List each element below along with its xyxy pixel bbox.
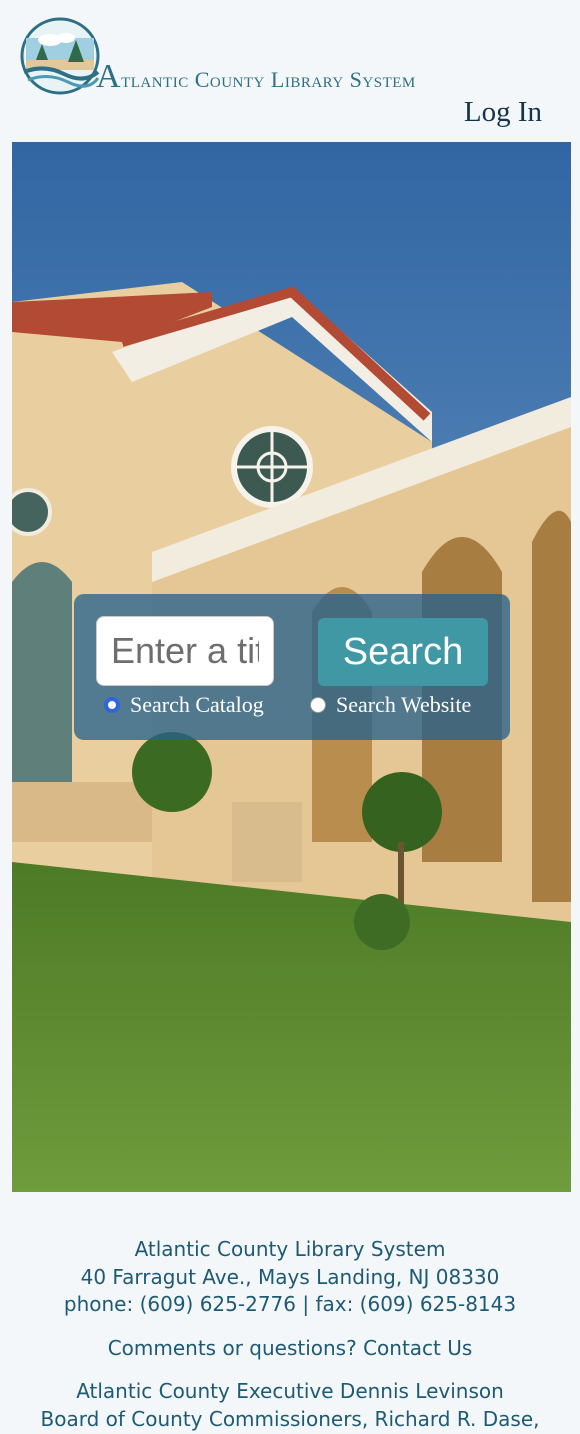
library-name-logo-text: Atlantic County Library System (96, 58, 416, 96)
search-website-label: Search Website (336, 692, 472, 717)
logo-rest: tlantic County Library System (121, 67, 416, 92)
logo-initial: A (96, 58, 122, 95)
login-link[interactable]: Log In (464, 96, 542, 129)
library-logo-icon[interactable] (20, 16, 100, 96)
contact-us-link[interactable]: Contact Us (363, 1336, 472, 1360)
footer-org-name: Atlantic County Library System (134, 1237, 446, 1261)
search-website-option[interactable]: Search Website (310, 692, 471, 718)
search-catalog-label: Search Catalog (130, 692, 264, 717)
radio-website-icon[interactable] (310, 697, 326, 713)
search-catalog-option[interactable]: Search Catalog (104, 692, 264, 718)
footer-commissioners: Board of County Commissioners, Richard R… (40, 1406, 540, 1431)
footer-address: 40 Farragut Ave., Mays Landing, NJ 08330 (80, 1264, 500, 1289)
footer-contact: Comments or questions? Contact Us (0, 1335, 580, 1363)
footer-executive: Atlantic County Executive Dennis Levinso… (76, 1379, 504, 1403)
search-panel: Search Search Catalog Search Website (74, 594, 510, 740)
footer-contact-prefix: Comments or questions? (107, 1335, 364, 1360)
search-input[interactable] (96, 616, 274, 686)
site-header: Atlantic County Library System Log In (0, 0, 580, 142)
footer-phone-fax: phone: (609) 625-2776 | fax: (609) 625-8… (63, 1292, 517, 1316)
radio-catalog-icon[interactable] (104, 697, 120, 713)
search-button[interactable]: Search (318, 618, 488, 686)
site-footer: Atlantic County Library System 40 Farrag… (0, 1236, 580, 1433)
